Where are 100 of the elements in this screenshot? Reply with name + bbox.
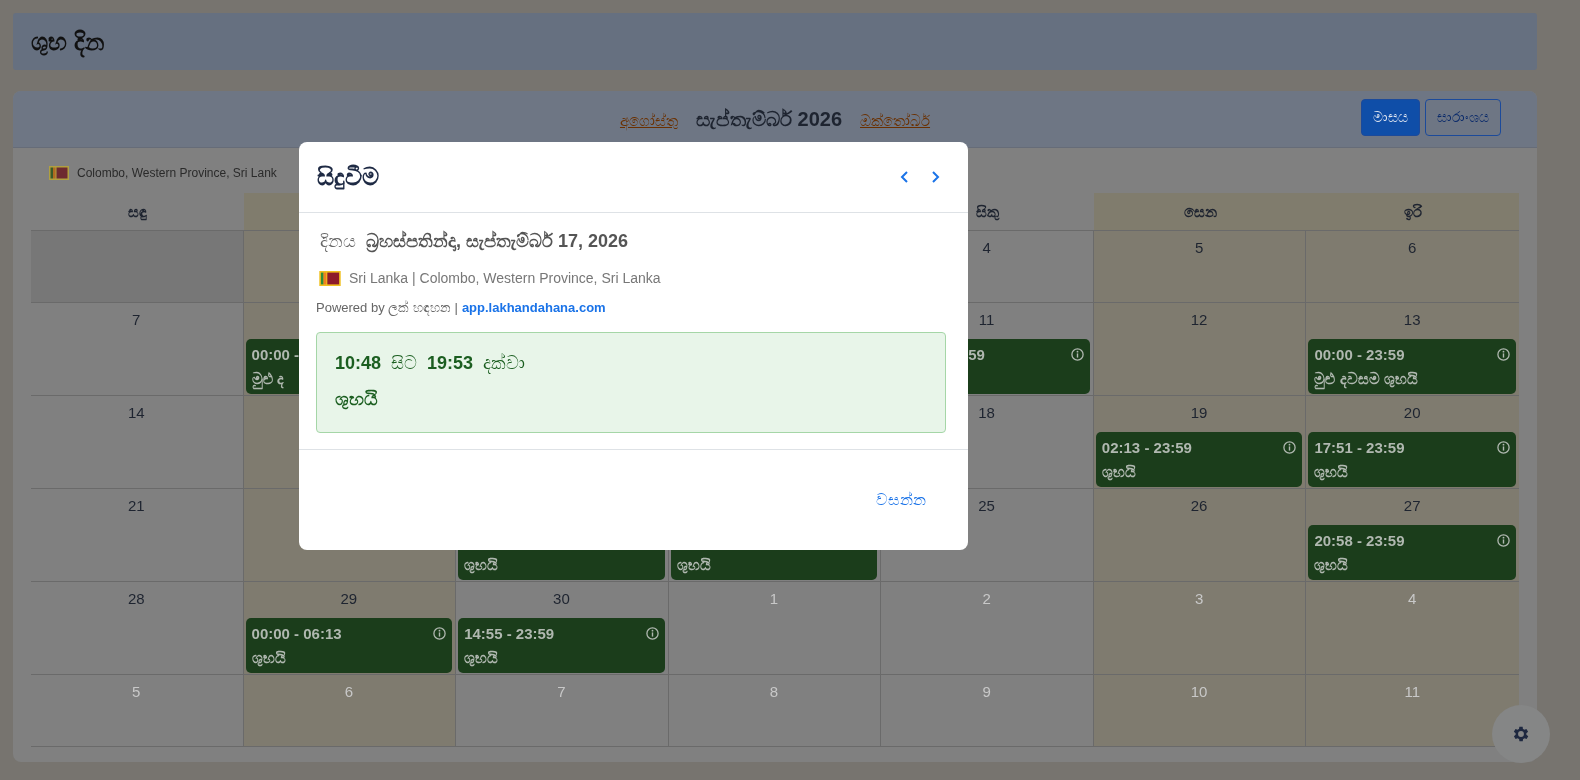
date-value: බ්‍රහස්පතින්දා, සැප්තැම්බර් 17, 2026 — [366, 231, 629, 252]
to-label: දක්වා — [483, 353, 526, 374]
dialog-title: සිදුවීම — [317, 163, 379, 191]
day-number: 14 — [127, 404, 145, 421]
event-chip[interactable]: 00:00 - 23:59 මුළු දවසම ශුභයි — [1308, 339, 1516, 394]
event-chip[interactable]: 02:13 - 23:59 ශුභයි — [1095, 432, 1303, 487]
day-number: 20 — [1403, 404, 1421, 421]
flag-icon — [49, 166, 69, 180]
day-number: 27 — [1403, 497, 1421, 514]
event-time: 20:58 - 23:59 — [1314, 531, 1405, 549]
day-number: 5 — [1194, 239, 1204, 256]
day-number: 6 — [344, 683, 353, 700]
day-number: 13 — [1403, 311, 1421, 328]
day-number: 28 — [127, 590, 145, 607]
location-text: Colombo, Western Province, Sri Lank — [77, 166, 277, 180]
day-number: 12 — [1190, 311, 1208, 328]
previous-month-link[interactable]: අගෝස්තු — [619, 111, 678, 130]
day-number: 26 — [1190, 497, 1208, 514]
calendar-cell[interactable]: 13 00:00 - 23:59 මුළු දවසම ශුභයි — [1306, 303, 1519, 396]
day-number: 9 — [982, 683, 991, 700]
calendar-cell[interactable]: 8 — [668, 675, 882, 747]
weekday-header: සෙන — [1093, 193, 1307, 231]
event-chip[interactable]: 00:00 - 06:13 ශුභයි — [245, 618, 453, 673]
info-icon[interactable] — [645, 626, 659, 640]
calendar-cell[interactable]: 20 17:51 - 23:59 ශුභයි — [1306, 396, 1519, 489]
day-number: 21 — [127, 497, 145, 514]
info-icon[interactable] — [1070, 347, 1084, 361]
day-number: 11 — [1404, 683, 1420, 700]
view-tab[interactable]: මාසය — [1361, 99, 1420, 136]
day-number: 5 — [132, 683, 141, 700]
day-number: 3 — [1194, 590, 1204, 607]
day-number: 1 — [769, 590, 779, 607]
calendar-cell[interactable]: 19 02:13 - 23:59 ශුභයි — [1093, 396, 1307, 489]
calendar-cell[interactable]: 7 — [456, 675, 669, 747]
location-text: Sri Lanka | Colombo, Western Province, Sri Lanka — [349, 270, 661, 286]
view-tab[interactable]: සාරාංශය — [1425, 99, 1501, 136]
chevron-right-icon[interactable] — [930, 170, 940, 184]
day-number: 29 — [340, 590, 358, 607]
calendar-cell[interactable]: 14 — [31, 396, 244, 489]
day-number: 19 — [1190, 404, 1208, 421]
event-title: ශුභයි — [1101, 463, 1137, 481]
day-number: 4 — [1408, 590, 1417, 607]
day-number: 8 — [769, 683, 779, 700]
calendar-cell[interactable]: 27 20:58 - 23:59 ශුභයි — [1306, 489, 1519, 582]
event-title: මුළු දවසම ශුභයි — [1314, 370, 1510, 388]
calendar-cell[interactable]: 21 — [31, 489, 244, 582]
event-time: 02:13 - 23:59 — [1101, 438, 1192, 456]
calendar-cell[interactable]: 4 — [1306, 582, 1519, 675]
calendar-cell[interactable]: 2 — [881, 582, 1094, 675]
day-number: 11 — [978, 311, 995, 328]
day-number: 7 — [132, 311, 141, 328]
info-icon[interactable] — [433, 626, 447, 640]
day-number: 10 — [1190, 683, 1208, 700]
flag-icon — [319, 270, 341, 286]
event-chip[interactable]: 20:58 - 23:59 ශුභයි — [1308, 525, 1516, 580]
next-month-link[interactable]: ඔක්තෝබර් — [860, 111, 931, 130]
event-title: ශුභයි — [251, 649, 287, 667]
calendar-cell[interactable]: 5 — [31, 675, 244, 747]
chevron-left-icon[interactable] — [900, 170, 910, 184]
calendar-cell[interactable]: 28 — [31, 582, 244, 675]
calendar-cell[interactable]: 11 — [1306, 675, 1519, 747]
calendar-cell[interactable]: 30 14:55 - 23:59 ශුභයි — [456, 582, 669, 675]
info-icon[interactable] — [1497, 347, 1510, 361]
current-month: සැප්තැම්බර් 2026 — [695, 107, 843, 131]
event-chip[interactable]: 17:51 - 23:59 ශුභයි — [1308, 432, 1516, 487]
event-time: 00:00 - 23:59 — [1314, 345, 1405, 363]
powered-by-text: Powered by ලක් හඳහන | — [316, 300, 458, 316]
calendar-cell[interactable]: 3 — [1093, 582, 1307, 675]
event-title: ශුභයි — [464, 556, 500, 574]
day-number: 4 — [982, 239, 991, 256]
event-time: 59 — [968, 345, 985, 363]
calendar-cell[interactable]: 6 — [243, 675, 457, 747]
day-number: 7 — [557, 683, 566, 700]
calendar-cell[interactable]: 10 — [1093, 675, 1307, 747]
calendar-cell[interactable]: 9 — [881, 675, 1094, 747]
calendar-cell[interactable]: 26 — [1093, 489, 1307, 582]
page-title: ශුභ දින — [31, 27, 104, 56]
weekday-header: ඉරි — [1306, 193, 1519, 231]
calendar-cell[interactable]: 1 — [668, 582, 882, 675]
calendar-cell[interactable]: 5 — [1093, 231, 1307, 303]
info-icon[interactable] — [1283, 440, 1297, 454]
day-number: 30 — [553, 590, 570, 607]
event-time: 00:00 - 06:13 — [251, 624, 342, 642]
event-name: ශුභයි — [335, 388, 378, 410]
settings-icon — [1511, 724, 1531, 744]
date-label: දිනය — [320, 231, 356, 252]
event-title: ශුභයි — [1314, 463, 1350, 481]
day-number: 18 — [978, 404, 995, 421]
event-title: ශුභයි — [676, 556, 712, 574]
event-title: ශුභයි — [1314, 556, 1350, 574]
day-number: 2 — [982, 590, 991, 607]
day-number: 25 — [978, 497, 995, 514]
info-icon[interactable] — [1497, 440, 1510, 454]
calendar-cell[interactable]: 6 — [1306, 231, 1519, 303]
event-chip[interactable]: 14:55 - 23:59 ශුභයි — [458, 618, 665, 673]
website-link[interactable]: app.lakhandahana.com — [461, 300, 606, 316]
calendar-cell[interactable]: 7 — [31, 303, 244, 396]
info-icon[interactable] — [1497, 533, 1510, 547]
calendar-cell[interactable]: 12 — [1093, 303, 1307, 396]
calendar-cell[interactable]: 29 00:00 - 06:13 ශුභයි — [243, 582, 457, 675]
